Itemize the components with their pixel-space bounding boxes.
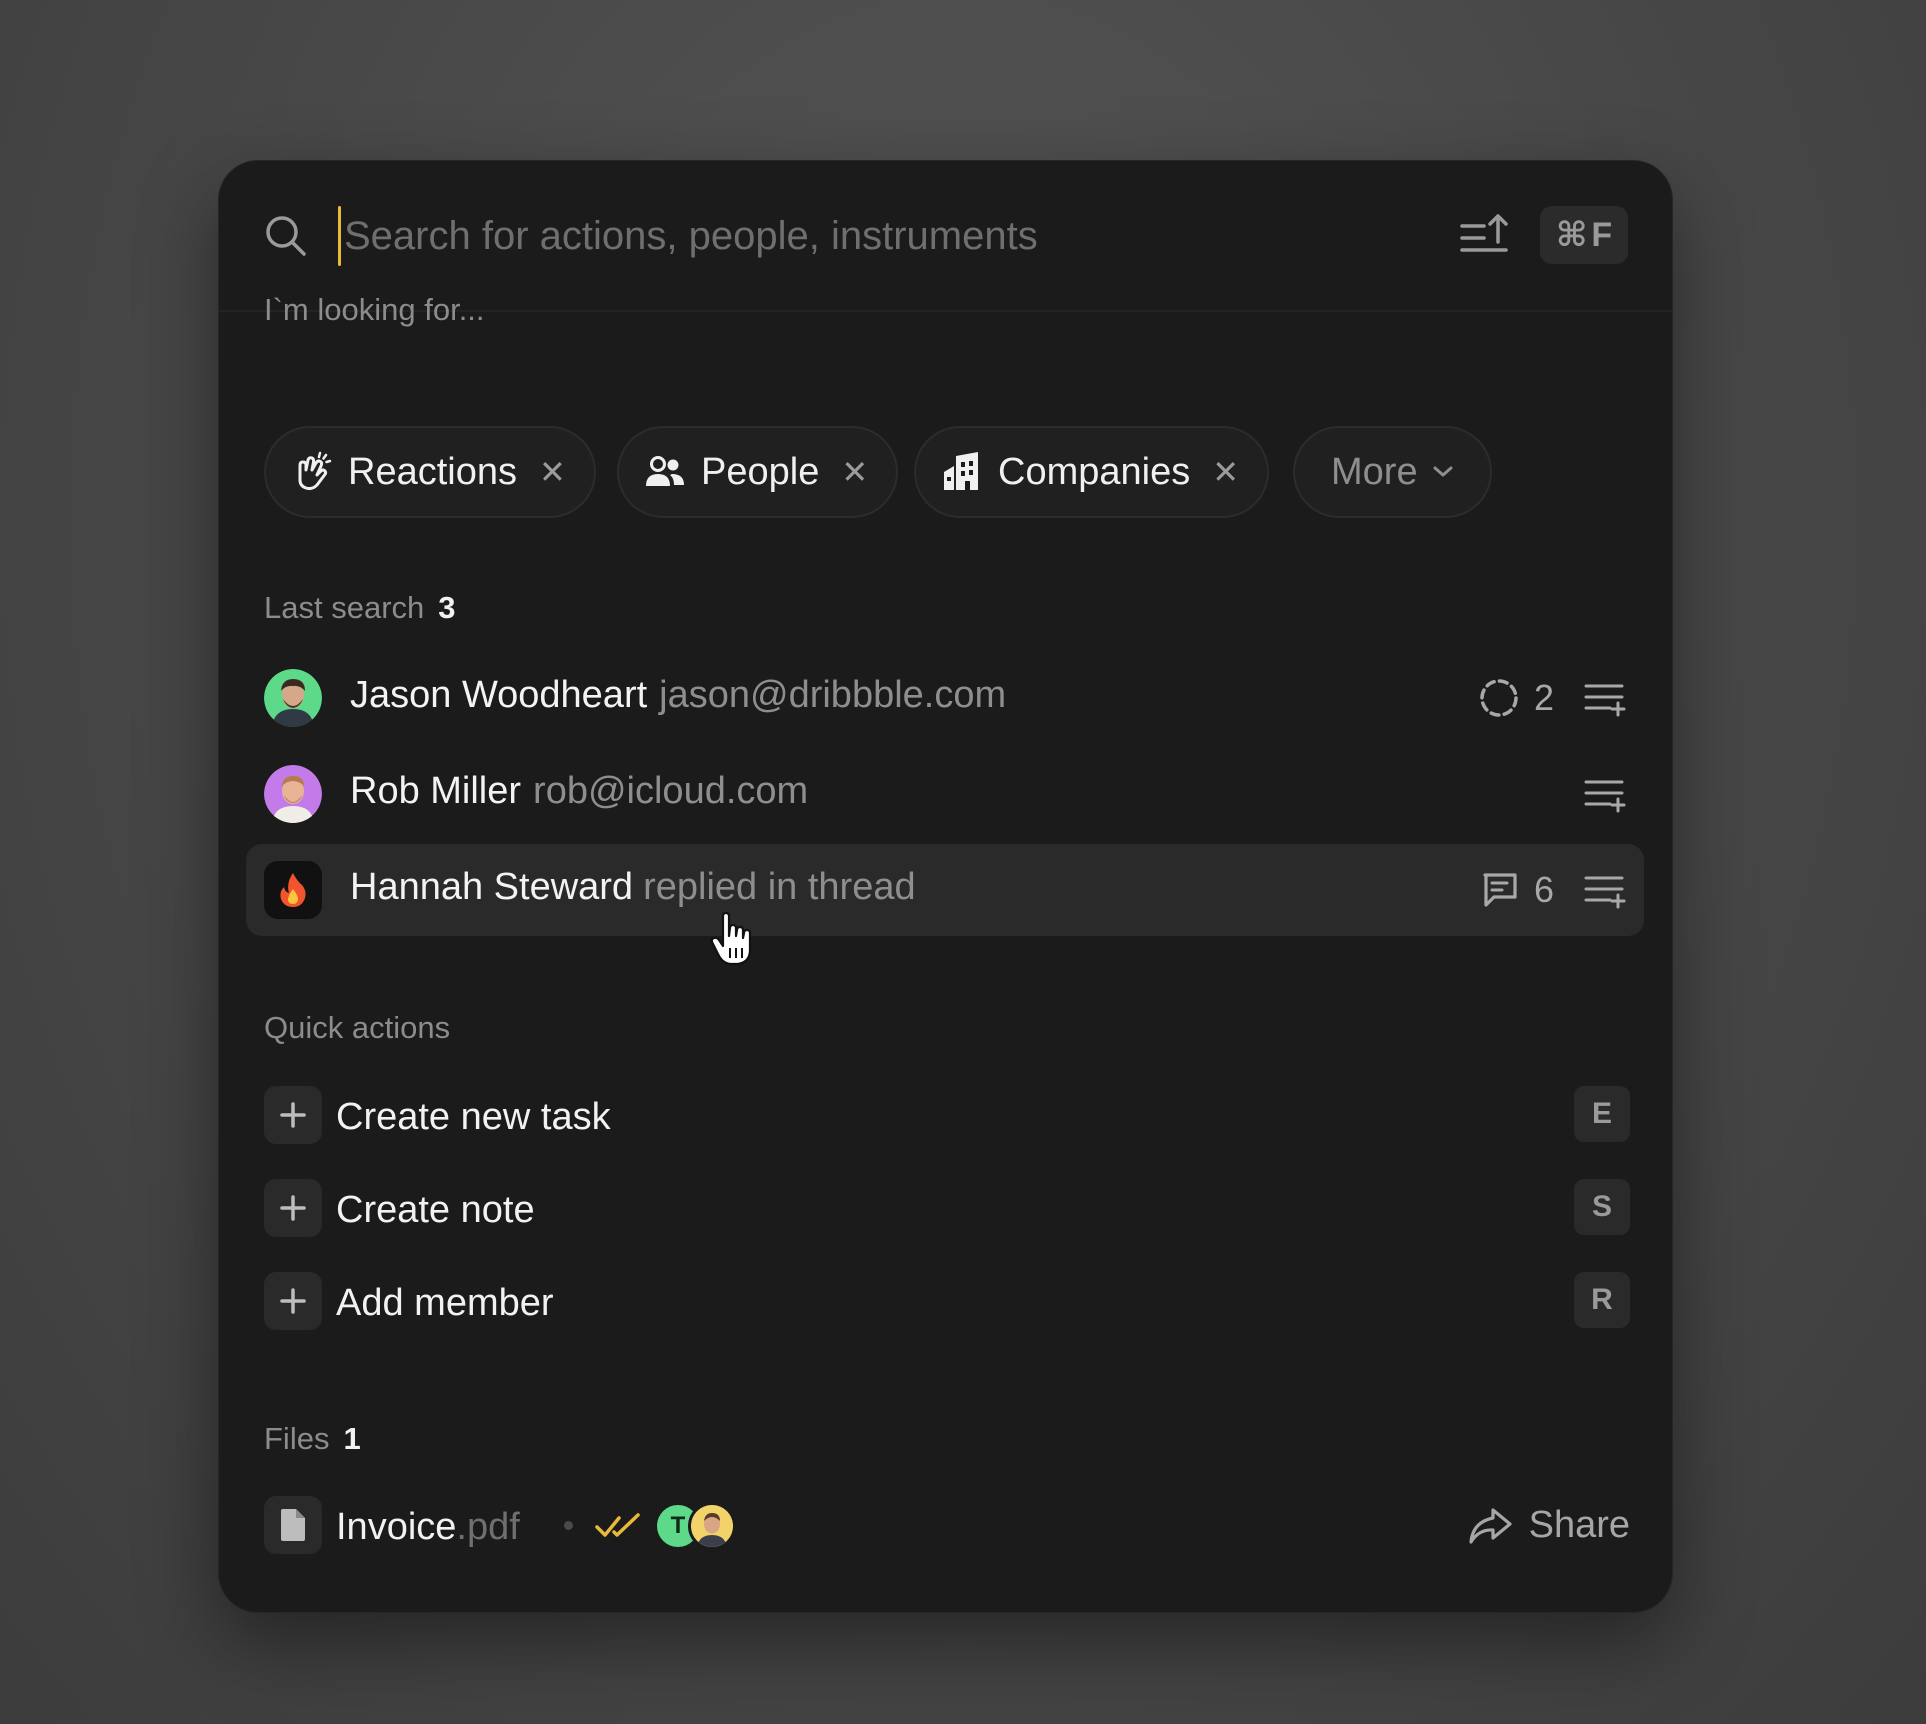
clapping-hands-icon [290,450,334,494]
avatar-initial: T [670,1512,686,1539]
people-icon [643,450,687,494]
command-palette: ⌘ F I`m looking for... Reactions ✕ Pe [218,160,1673,1613]
double-check-icon [595,1513,640,1537]
search-bar: ⌘ F [218,160,1673,312]
more-label: More [1331,450,1418,493]
person-name: Hannah Steward [350,866,634,908]
result-count: 6 [1533,869,1554,910]
chip-people[interactable]: People ✕ [617,426,899,518]
result-name: Jason Woodheart jason@dribbble.com [350,674,1006,717]
fire-icon [264,861,322,919]
files-label: Files [264,1421,330,1456]
chip-companies[interactable]: Companies ✕ [914,426,1270,518]
shortcut-badge: ⌘ F [1540,206,1628,264]
plus-icon [264,1272,322,1330]
hand-pointer-icon [710,912,752,966]
create-note-action[interactable]: Create note S [264,1179,1630,1241]
last-search-header: Last search 3 [264,590,456,626]
chip-label: Companies [998,450,1191,493]
add-to-list-icon[interactable] [1582,772,1626,816]
file-extension: .pdf [456,1506,520,1548]
sort-ascending-icon[interactable] [1458,212,1510,260]
shortcut-key: F [1591,215,1613,254]
person-email: jason@dribbble.com [659,674,1007,716]
file-name: Invoice.pdf [336,1506,520,1549]
filters-label: I`m looking for... [264,292,485,327]
document-icon [264,1496,322,1554]
result-name: Hannah Steward replied in thread [350,866,916,909]
result-count: 2 [1533,677,1554,718]
plus-icon [264,1179,322,1237]
chip-label: Reactions [348,450,517,493]
close-icon[interactable]: ✕ [841,453,868,491]
search-icon [266,216,306,256]
action-label: Create new task [336,1096,611,1138]
fire-avatar [264,861,322,919]
add-member-action[interactable]: Add member R [264,1272,1630,1334]
avatar [264,765,322,823]
text-caret [338,206,341,266]
loading-circle-icon [1480,679,1518,717]
person-email: rob@icloud.com [533,770,809,812]
file-basename: Invoice [336,1506,457,1548]
file-item[interactable]: Invoice.pdf T Share [264,1496,1630,1558]
chevron-down-icon [1433,466,1453,477]
action-label: Add member [336,1282,554,1324]
share-label: Share [1528,1504,1630,1546]
avatar [688,1502,736,1550]
plus-icon [264,1086,322,1144]
activity-text: replied in thread [643,866,916,908]
last-search-label: Last search [264,590,425,625]
person-name: Rob Miller [350,770,522,812]
add-to-list-icon[interactable] [1582,676,1626,720]
building-icon [940,450,984,494]
result-meta: 6 [1480,864,1554,916]
chip-label: People [701,450,820,493]
close-icon[interactable]: ✕ [539,453,566,491]
result-name: Rob Miller rob@icloud.com [350,770,808,813]
search-result-row[interactable]: Jason Woodheart jason@dribbble.com 2 [246,652,1644,744]
person-name: Jason Woodheart [350,674,648,716]
shortcut-key: S [1574,1179,1630,1235]
separator-dot [564,1521,573,1530]
create-task-action[interactable]: Create new task E [264,1086,1630,1148]
close-icon[interactable]: ✕ [1212,453,1239,491]
more-dropdown[interactable]: More [1293,426,1492,518]
shortcut-key: E [1574,1086,1630,1142]
command-key-icon: ⌘ [1555,216,1588,254]
last-search-count: 3 [438,590,456,625]
avatar [264,669,322,727]
search-input[interactable] [344,204,1344,268]
comment-icon [1483,873,1517,907]
share-arrow-icon [1468,1507,1512,1544]
quick-actions-label: Quick actions [264,1010,451,1045]
shortcut-key: R [1574,1272,1630,1328]
search-result-row-active[interactable]: Hannah Steward replied in thread 6 [246,844,1644,936]
share-button[interactable]: Share [1467,1504,1630,1547]
action-label: Create note [336,1189,535,1231]
files-header: Files 1 [264,1421,361,1457]
search-result-row[interactable]: Rob Miller rob@icloud.com [246,748,1644,840]
result-meta: 2 [1478,672,1554,724]
chip-reactions[interactable]: Reactions ✕ [264,426,596,518]
add-to-list-icon[interactable] [1582,868,1626,912]
files-count: 1 [343,1421,361,1456]
